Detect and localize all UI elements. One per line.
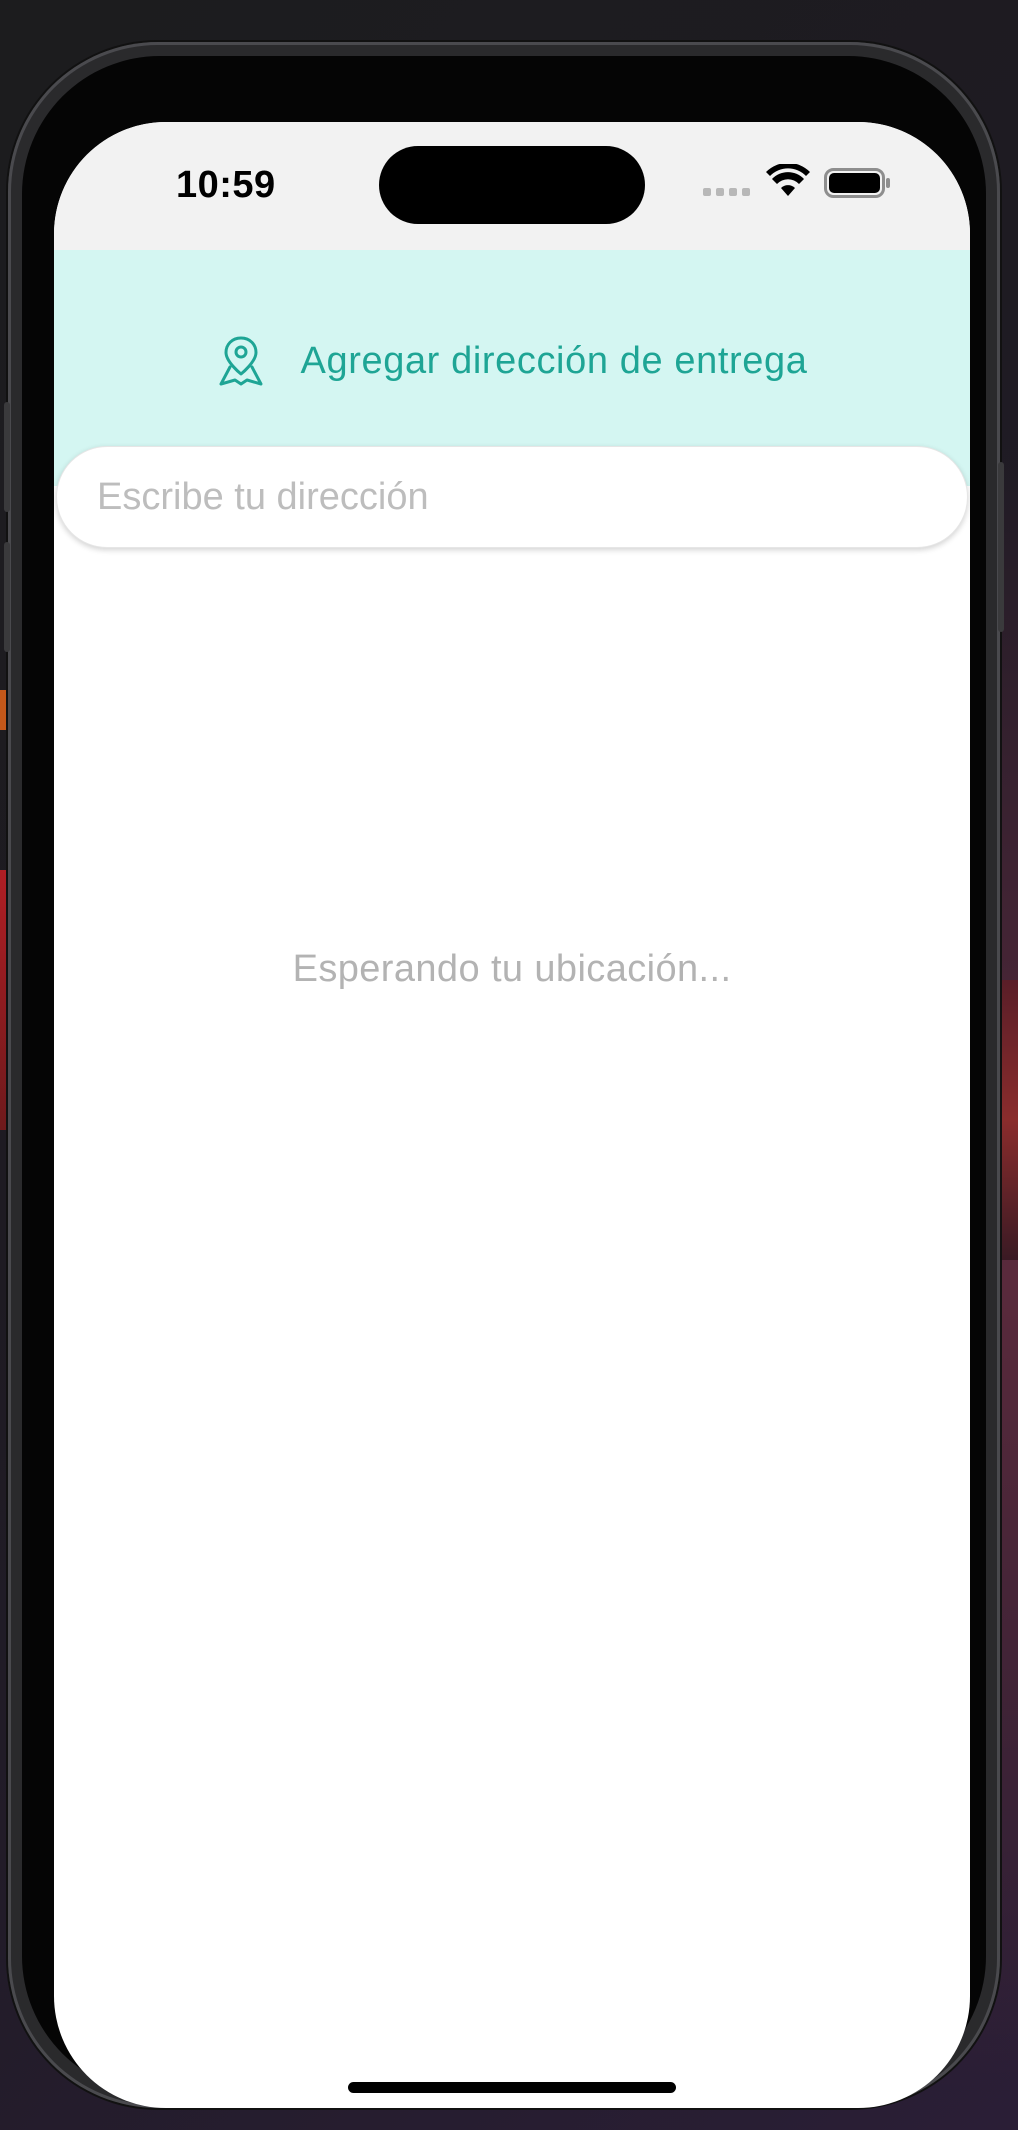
header-title-row: Agregar dirección de entrega [54,334,970,388]
cell-signal-icon [703,188,750,196]
address-search-input[interactable] [97,447,927,547]
battery-icon [824,168,890,198]
volume-up-button [4,402,10,512]
address-search-box[interactable] [56,446,968,548]
status-time: 10:59 [176,164,276,206]
background-streak [1002,980,1018,1260]
home-indicator[interactable] [348,2082,676,2093]
header-title: Agregar dirección de entrega [300,339,808,382]
map-pin-icon [219,336,263,386]
status-bar: 10:59 [54,122,970,250]
wifi-icon [766,164,810,196]
app-screen: 10:59 Agregar dirección de entrega Escri… [54,122,970,2108]
volume-down-button [4,542,10,652]
phone-frame: 10:59 Agregar dirección de entrega Escri… [4,42,1004,2108]
location-status-message: Esperando tu ubicación... [292,948,732,990]
dynamic-island [379,146,645,224]
power-button [998,462,1004,632]
